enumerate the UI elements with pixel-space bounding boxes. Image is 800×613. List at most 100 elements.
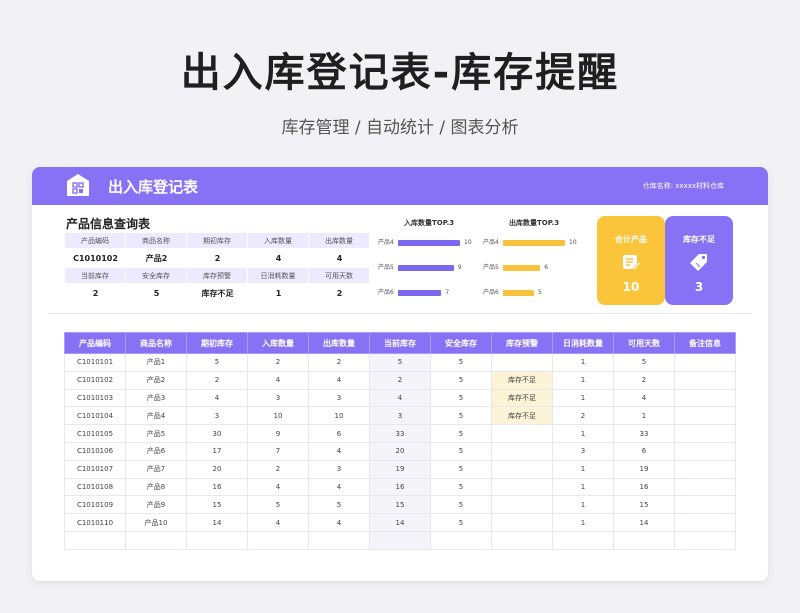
chart-value-label: 7 [445, 289, 450, 296]
table-cell: C1010110 [64, 513, 126, 532]
table-cell: 5 [430, 513, 492, 532]
query-value: 2 [187, 248, 248, 268]
chart-title: 入库数量TOP.3 [404, 219, 455, 227]
chart-category-label: 产品5 [483, 264, 499, 271]
table-cell: 14 [186, 513, 248, 532]
column-header: 期初库存 [186, 332, 248, 354]
table-cell [491, 353, 553, 372]
query-header: 当前库存 [65, 268, 126, 283]
table-cell: 5 [430, 477, 492, 497]
query-header: 安全库存 [126, 268, 187, 283]
table-cell: 产品8 [125, 477, 187, 497]
table-cell: 库存不足 [491, 388, 553, 408]
table-cell: 15 [186, 495, 248, 515]
table-cell: 库存不足 [491, 370, 553, 390]
table-cell: 5 [430, 459, 492, 479]
table-cell [491, 477, 553, 497]
table-row: C1010110 产品10 14 4 4 14 5 1 14 [64, 513, 736, 532]
table-cell: 33 [613, 424, 675, 443]
table-row: C1010102 产品2 2 4 4 2 5 库存不足 1 2 [64, 370, 736, 390]
table-cell: 1 [552, 459, 614, 479]
column-header: 日消耗数量 [552, 332, 614, 354]
chart-title: 出库数量TOP.3 [509, 219, 560, 227]
table-cell: 4 [247, 477, 309, 497]
table-cell: 5 [430, 406, 492, 426]
table-cell: 产品10 [125, 513, 187, 532]
chart-value-label: 10 [464, 239, 472, 246]
chart-bar-row: 产品4 10 [378, 238, 498, 248]
table-cell: 3 [369, 406, 431, 426]
table-cell: 5 [247, 495, 309, 515]
chart-value-label: 6 [544, 264, 549, 271]
table-cell: 20 [369, 441, 431, 461]
table-cell: 产品2 [125, 370, 187, 390]
chart-category-label: 产品6 [378, 289, 394, 296]
table-cell: 4 [369, 388, 431, 408]
table-cell: 5 [430, 370, 492, 390]
query-header: 产品编码 [65, 233, 126, 248]
table-cell: 4 [308, 513, 370, 532]
table-cell: 5 [430, 441, 492, 461]
table-cell: 产品5 [125, 424, 187, 443]
table-cell: 1 [552, 424, 614, 443]
table-row: C1010101 产品1 5 2 2 5 5 1 5 [64, 353, 736, 372]
table-cell: 9 [247, 424, 309, 443]
total-products-value: 10 [622, 280, 640, 294]
query-title: 产品信息查询表 [66, 217, 151, 231]
table-cell: C1010102 [64, 370, 126, 390]
table-cell: 产品9 [125, 495, 187, 515]
table-cell: 4 [308, 370, 370, 390]
table-cell [491, 441, 553, 461]
table-cell: 17 [186, 441, 248, 461]
table-cell: 4 [308, 441, 370, 461]
chart-value-label: 5 [538, 289, 542, 296]
table-cell: 产品6 [125, 441, 187, 461]
table-cell: 19 [369, 459, 431, 479]
table-cell: 20 [186, 459, 248, 479]
table-cell: 产品7 [125, 459, 187, 479]
table-cell [674, 406, 736, 426]
total-products-label: 合计产品 [615, 235, 647, 244]
query-header: 可用天数 [309, 268, 370, 283]
table-cell [674, 370, 736, 390]
table-cell: 16 [186, 477, 248, 497]
table-cell: 产品4 [125, 406, 187, 426]
table-cell: 1 [613, 406, 675, 426]
query-header: 期初库存 [187, 233, 248, 248]
table-cell: 2 [613, 370, 675, 390]
table-cell: 1 [552, 477, 614, 497]
low-stock-card: 库存不足 3 [665, 216, 733, 305]
table-cell [674, 353, 736, 372]
query-grid: 产品编码 商品名称 期初库存 入库数量 出库数量 C1010102 产品2 2 4 4 当前库存 安全… [65, 233, 370, 303]
column-header: 当前库存 [369, 332, 431, 354]
table-cell: 产品3 [125, 388, 187, 408]
table-cell: 14 [613, 513, 675, 532]
sheet-card: 出入库登记表 仓库名称: xxxxx材料仓库 产品信息查询表 产品编码 商品名称期… [32, 167, 768, 581]
table-cell: 2 [247, 459, 309, 479]
low-stock-label: 库存不足 [683, 235, 715, 244]
chart-bar-row: 产品4 10 [483, 238, 603, 248]
table-cell [491, 459, 553, 479]
table-cell [674, 513, 736, 532]
table-cell: 2 [369, 370, 431, 390]
column-header: 可用天数 [613, 332, 675, 354]
table-cell: 4 [613, 388, 675, 408]
table-cell: 3 [552, 441, 614, 461]
table-cell: 2 [247, 353, 309, 372]
chart-category-label: 产品4 [483, 239, 499, 246]
table-cell [64, 530, 126, 550]
table-cell: 3 [247, 388, 309, 408]
query-value: 4 [309, 248, 370, 268]
section-divider [48, 313, 752, 314]
table-cell: C1010107 [64, 459, 126, 479]
table-cell: 10 [247, 406, 309, 426]
chart-category-label: 产品6 [483, 289, 499, 296]
query-value: 1 [248, 283, 309, 303]
outbound-top3-chart: 出库数量TOP.3 产品4 10 产品5 6 产品6 5 [483, 218, 603, 308]
low-stock-value: 3 [694, 280, 704, 294]
table-cell: 30 [186, 424, 248, 443]
table-cell: 1 [552, 353, 614, 372]
chart-bar-row: 产品6 5 [483, 288, 603, 298]
table-row: C1010107 产品7 20 2 3 19 5 1 19 [64, 459, 736, 479]
column-header: 库存预警 [491, 332, 553, 354]
